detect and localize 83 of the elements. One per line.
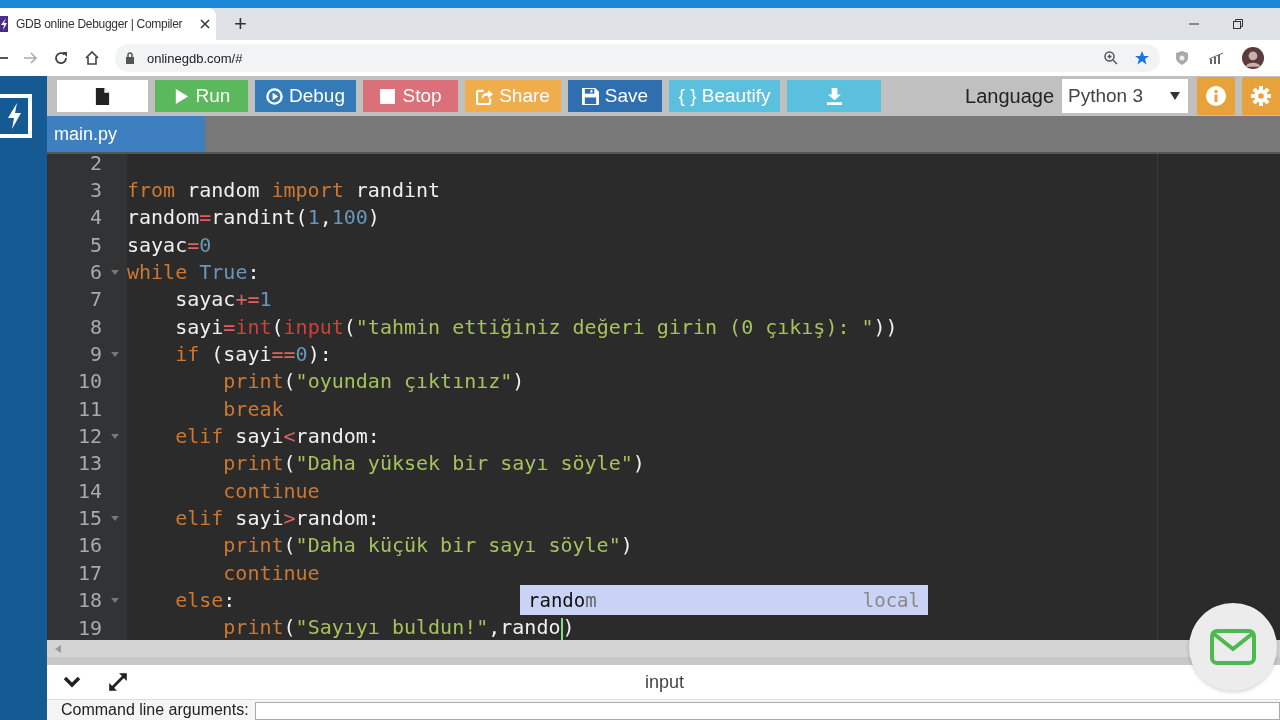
share-icon [476, 87, 494, 105]
line-number: 15 [76, 506, 102, 531]
horizontal-scrollbar[interactable] [47, 640, 1280, 657]
expand-icon[interactable] [107, 671, 129, 693]
line-number: 18 [76, 588, 102, 613]
line-number: 7 [88, 287, 102, 312]
shield-icon[interactable] [1174, 50, 1190, 66]
line-number: 6 [88, 260, 102, 285]
stop-icon [379, 87, 397, 105]
save-button[interactable]: Save [568, 80, 662, 112]
restore-icon[interactable] [1232, 18, 1244, 30]
fold-arrow-icon[interactable] [110, 597, 119, 603]
line-number: 4 [88, 205, 102, 230]
code-line: sayi=int(input("tahmin ettiğiniz değeri girin (0 çıkış): ")) [174, 314, 898, 339]
address-field[interactable]: onlinegdb.com/# [115, 44, 1160, 72]
autocomplete-item[interactable]: random local [520, 585, 928, 615]
lightning-icon [0, 16, 8, 32]
zoom-icon[interactable] [1103, 50, 1119, 66]
line-number: 9 [88, 342, 102, 367]
code-line: while True: [127, 260, 260, 285]
lock-icon [125, 52, 135, 64]
download-icon [825, 87, 843, 105]
line-number: 19 [76, 615, 102, 640]
code-line: continue [222, 478, 320, 503]
info-icon [1206, 86, 1226, 106]
fold-arrow-icon[interactable] [110, 351, 119, 357]
language-label: Language [965, 84, 1054, 108]
code-line: from random import randint [127, 178, 441, 202]
avatar-icon[interactable] [1242, 47, 1264, 69]
line-number: 8 [88, 314, 102, 339]
reload-icon[interactable] [53, 50, 69, 66]
line-number: 11 [76, 396, 102, 421]
code-line: print("oyundan çıktınız") [222, 369, 525, 394]
code-line: else: [174, 588, 236, 613]
file-tab[interactable]: main.py [47, 116, 205, 152]
caret-icon [1170, 92, 1180, 100]
code-line: random=randint(1,100) [127, 205, 380, 230]
browser-tab[interactable]: GDB online Debugger | Compiler [0, 8, 216, 40]
settings-icon [1251, 86, 1271, 106]
line-number: 5 [88, 232, 102, 257]
input-tab[interactable]: input [645, 671, 685, 693]
code-line: sayac+=1 [174, 287, 272, 312]
line-number: 13 [76, 451, 102, 476]
code-line: print("Daha küçük bir sayı söyle") [222, 533, 633, 558]
code-line: continue [222, 560, 320, 585]
arguments-label: Command line arguments: [61, 701, 249, 719]
line-number: 10 [76, 369, 102, 394]
tab-title: GDB online Debugger | Compiler [16, 17, 184, 31]
code-line: if (sayi==0): [174, 342, 332, 367]
line-number: 12 [76, 424, 102, 449]
arguments-field[interactable] [254, 702, 1280, 720]
fold-arrow-icon[interactable] [110, 515, 119, 521]
star-icon[interactable] [1134, 50, 1150, 66]
line-number: 3 [88, 178, 102, 202]
code-line: print("Sayıyı buldun!",rando) [222, 615, 575, 640]
stop-button[interactable]: Stop [363, 80, 458, 112]
code-line: elif sayi<random: [174, 424, 380, 449]
play-circle-icon [266, 87, 283, 105]
line-number: 2 [88, 154, 102, 175]
line-number: 16 [76, 533, 102, 558]
forward-icon[interactable] [22, 50, 38, 66]
new-tab-button[interactable]: + [222, 8, 259, 40]
code-line: elif sayi>random: [174, 506, 380, 531]
chart-icon[interactable] [1208, 50, 1224, 66]
close-icon[interactable] [200, 19, 210, 29]
info-button[interactable] [1197, 77, 1235, 115]
home-icon[interactable] [84, 50, 100, 66]
line-number: 14 [76, 478, 102, 503]
line-number: 17 [76, 560, 102, 585]
settings-button[interactable] [1242, 77, 1280, 115]
language-select[interactable]: Python 3 [1062, 79, 1188, 113]
envelope-icon [1210, 629, 1256, 665]
debug-button[interactable]: Debug [255, 80, 356, 112]
file-icon [94, 87, 111, 105]
code-line: break [222, 396, 284, 421]
code-line: sayac=0 [127, 232, 212, 257]
download-button[interactable] [787, 80, 881, 112]
logo-icon[interactable] [0, 93, 34, 139]
new-file-button[interactable] [57, 80, 148, 112]
code-line: print("Daha yüksek bir sayı söyle") [222, 451, 645, 476]
fold-arrow-icon[interactable] [110, 433, 119, 439]
floppy-icon [581, 87, 599, 105]
fold-arrow-icon[interactable] [110, 269, 119, 275]
